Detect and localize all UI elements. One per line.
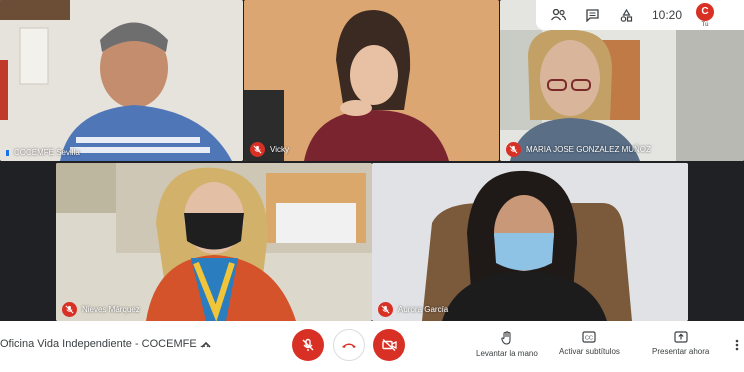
video-tile-nieves[interactable]: Nieves Márquez [56,163,372,321]
participant-name: COCEMFE Sevilla [14,148,80,157]
present-screen-icon [674,331,688,343]
svg-text:CC: CC [585,336,593,342]
people-icon[interactable] [550,7,566,23]
participant-video [0,0,243,161]
video-tile-vicky[interactable]: Vicky [244,0,499,161]
avatar: C [696,2,715,21]
raise-hand-button[interactable]: Levantar la mano [476,331,538,358]
leave-call-button[interactable] [333,329,365,361]
mic-toggle-button[interactable] [292,329,324,361]
participant-video [372,163,688,321]
meeting-title[interactable]: Oficina Vida Independiente - COCEMFE ... [0,338,209,350]
mic-off-icon [302,338,314,351]
mic-off-icon [62,302,77,317]
chat-icon[interactable] [584,7,600,23]
hand-icon [501,331,511,345]
mic-off-icon [378,302,393,317]
chevron-up-icon[interactable] [200,338,212,356]
name-tag: Vicky [250,142,289,157]
name-tag: COCEMFE Sevilla [6,148,80,157]
bottom-control-bar: Oficina Vida Independiente - COCEMFE ...… [0,321,744,372]
self-label: Tú [701,21,709,28]
speaking-indicator-icon [6,149,9,156]
name-tag: MARIA JOSE GONZALEZ MUÑOZ [506,142,651,157]
video-tile-cocemfe-sevilla[interactable]: COCEMFE Sevilla [0,0,243,161]
mic-off-icon [506,142,521,157]
mic-off-icon [250,142,265,157]
captions-label: Activar subtítulos [559,347,620,356]
present-now-label: Presentar ahora [652,347,710,356]
phone-hangup-icon [342,343,356,348]
participant-video [244,0,499,161]
raise-hand-label: Levantar la mano [476,349,538,358]
participant-name: MARIA JOSE GONZALEZ MUÑOZ [526,145,651,154]
participant-name: Aurora García [398,305,449,314]
captions-button[interactable]: CC Activar subtítulos [559,331,620,356]
name-tag: Nieves Márquez [62,302,140,317]
participant-name: Nieves Márquez [82,305,140,314]
camera-off-icon [381,339,397,351]
clock: 10:20 [652,8,683,22]
present-now-button[interactable]: Presentar ahora [652,331,709,356]
captions-icon: CC [582,331,597,343]
participant-video [56,163,372,321]
name-tag: Aurora García [378,302,448,317]
camera-toggle-button[interactable] [373,329,405,361]
activities-icon[interactable] [618,7,634,23]
video-tile-aurora[interactable]: Aurora García [372,163,688,321]
participant-name: Vicky [270,145,289,154]
self-avatar-group[interactable]: C Tú [696,2,715,28]
meet-call-window: COCEMFE Sevilla Vicky MARIA JOSE GONZALE… [0,0,744,372]
top-info-bar: 10:20 C Tú [536,0,744,30]
more-options-icon[interactable] [735,338,739,356]
